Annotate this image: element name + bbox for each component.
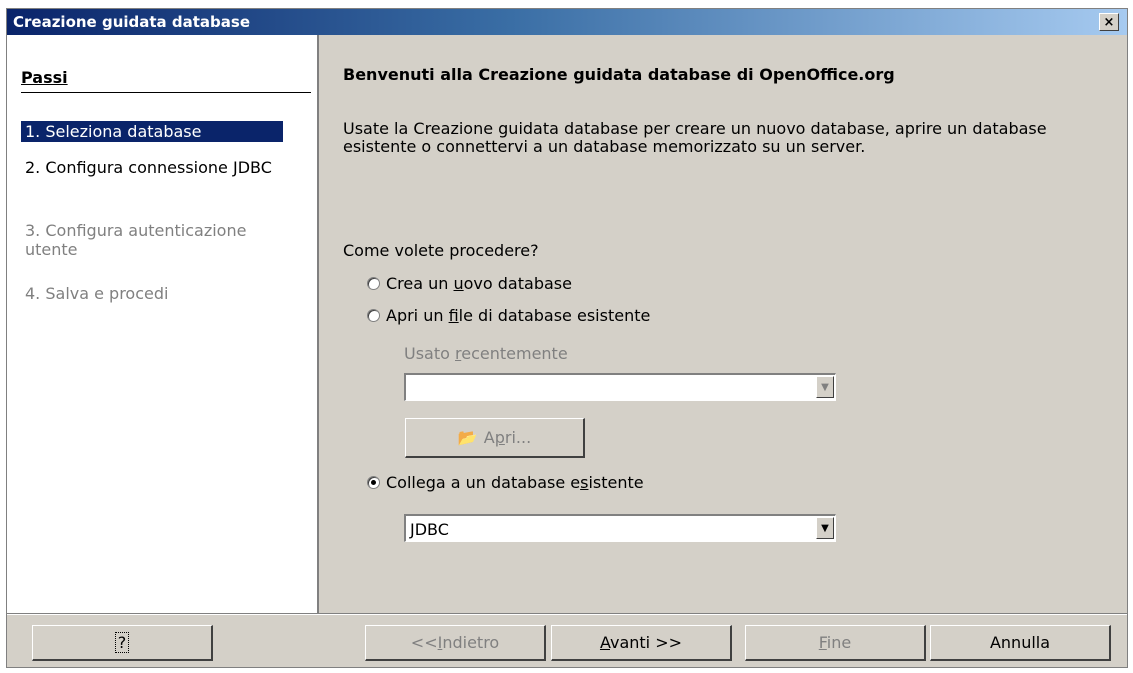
- option-open-existing-file[interactable]: Apri un file di database esistente: [367, 305, 650, 325]
- step-label: 3. Configura autenticazione utente: [25, 221, 247, 259]
- help-button[interactable]: ?: [32, 625, 213, 661]
- step-label: 4. Salva e procedi: [25, 284, 169, 303]
- connection-type-value: JDBC: [410, 520, 449, 539]
- step-configure-authentication: 3. Configura autenticazione utente: [21, 220, 306, 260]
- step-configure-jdbc[interactable]: 2. Configura connessione JDBC: [21, 157, 291, 178]
- step-label: 1. Seleziona database: [25, 122, 202, 141]
- steps-header: Passi: [21, 68, 68, 87]
- chevron-down-icon[interactable]: ▼: [816, 376, 834, 398]
- help-icon: ?: [114, 632, 130, 653]
- recently-used-label: Usato recentemente: [404, 344, 568, 363]
- finish-button[interactable]: Fine: [745, 625, 926, 661]
- intro-text: Usate la Creazione guidata database per …: [343, 119, 1047, 156]
- recently-used-dropdown[interactable]: ▼: [404, 373, 836, 401]
- option-label: Collega a un database esistente: [386, 472, 644, 492]
- back-button[interactable]: <<Indietro: [365, 625, 546, 661]
- finish-button-label: Fine: [818, 633, 852, 652]
- close-button[interactable]: ×: [1099, 13, 1119, 31]
- option-create-new-database[interactable]: Crea un uovo database: [367, 273, 572, 293]
- option-label: Apri un file di database esistente: [386, 305, 651, 325]
- radio-button[interactable]: [367, 308, 380, 322]
- next-button-label: Avanti >>: [599, 633, 683, 652]
- folder-open-icon: 📂: [457, 428, 478, 447]
- close-icon: ×: [1103, 14, 1115, 30]
- step-save-and-proceed: 4. Salva e procedi: [21, 283, 283, 304]
- open-button-label: Apri...: [483, 428, 532, 447]
- cancel-button[interactable]: Annulla: [930, 625, 1111, 661]
- cancel-button-label: Annulla: [989, 633, 1051, 652]
- footer-divider: [7, 613, 1127, 615]
- question-label: Come volete procedere?: [343, 241, 539, 260]
- radio-button[interactable]: [367, 276, 380, 290]
- title-bar[interactable]: Creazione guidata database ×: [7, 9, 1127, 35]
- steps-divider: [21, 92, 311, 93]
- steps-pane: Passi 1. Seleziona database 2. Configura…: [7, 35, 319, 613]
- step-label: 2. Configura connessione JDBC: [25, 158, 272, 177]
- window-title: Creazione guidata database: [13, 13, 250, 31]
- page-heading: Benvenuti alla Creazione guidata databas…: [343, 65, 895, 84]
- option-connect-existing-database[interactable]: Collega a un database esistente: [367, 472, 644, 492]
- chevron-down-icon[interactable]: ▼: [816, 517, 834, 539]
- radio-button-checked[interactable]: [367, 475, 380, 489]
- open-file-button[interactable]: 📂 Apri...: [405, 418, 585, 458]
- database-wizard-dialog: Creazione guidata database × Passi 1. Se…: [6, 8, 1128, 668]
- next-button[interactable]: Avanti >>: [551, 625, 732, 661]
- connection-type-dropdown[interactable]: JDBC ▼: [404, 514, 836, 542]
- step-select-database[interactable]: 1. Seleziona database: [21, 121, 283, 142]
- back-button-label: <<Indietro: [410, 633, 500, 652]
- option-label: Crea un uovo database: [386, 273, 572, 293]
